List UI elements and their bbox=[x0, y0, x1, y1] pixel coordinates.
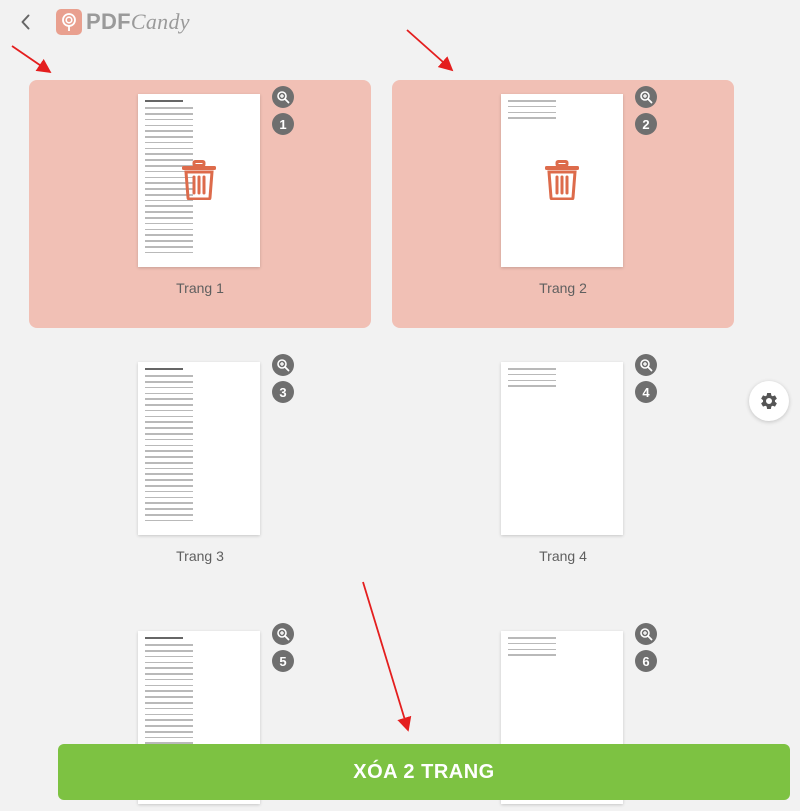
page-number-badge: 3 bbox=[272, 381, 294, 403]
zoom-in-icon bbox=[640, 359, 653, 372]
page-card-1[interactable]: 1 Trang 1 bbox=[29, 80, 371, 328]
page-number-badge: 1 bbox=[272, 113, 294, 135]
page-card-3[interactable]: 3 Trang 3 bbox=[29, 348, 371, 596]
zoom-button[interactable] bbox=[272, 86, 294, 108]
zoom-in-icon bbox=[277, 91, 290, 104]
chevron-left-icon bbox=[21, 14, 30, 30]
page-thumbnail bbox=[138, 94, 260, 267]
logo-text: PDFCandy bbox=[86, 9, 190, 34]
header: PDFCandy bbox=[0, 0, 800, 48]
zoom-in-icon bbox=[277, 359, 290, 372]
candy-logo-icon bbox=[56, 9, 82, 35]
zoom-button[interactable] bbox=[272, 354, 294, 376]
delete-pages-button[interactable]: XÓA 2 TRANG bbox=[58, 744, 790, 800]
page-card-4[interactable]: 4 Trang 4 bbox=[392, 348, 734, 596]
zoom-in-icon bbox=[640, 91, 653, 104]
zoom-in-icon bbox=[277, 628, 290, 641]
page-thumbnail bbox=[501, 362, 623, 535]
page-label: Trang 3 bbox=[176, 548, 224, 564]
page-number-badge: 2 bbox=[635, 113, 657, 135]
page-thumbnail bbox=[501, 94, 623, 267]
zoom-button[interactable] bbox=[635, 86, 657, 108]
zoom-in-icon bbox=[640, 628, 653, 641]
page-number-badge: 4 bbox=[635, 381, 657, 403]
trash-icon bbox=[545, 160, 579, 200]
page-label: Trang 2 bbox=[539, 280, 587, 296]
page-number-badge: 6 bbox=[635, 650, 657, 672]
annotation-arrow bbox=[11, 45, 52, 74]
page-number-badge: 5 bbox=[272, 650, 294, 672]
gear-icon bbox=[761, 392, 777, 409]
zoom-button[interactable] bbox=[635, 354, 657, 376]
pdfcandy-logo[interactable]: PDFCandy bbox=[56, 9, 190, 35]
page-card-2[interactable]: 2 Trang 2 bbox=[392, 80, 734, 328]
page-label: Trang 1 bbox=[176, 280, 224, 296]
settings-button[interactable] bbox=[749, 381, 789, 421]
page-label: Trang 4 bbox=[539, 548, 587, 564]
zoom-button[interactable] bbox=[635, 623, 657, 645]
trash-icon bbox=[182, 160, 216, 200]
page-thumbnail bbox=[138, 362, 260, 535]
zoom-button[interactable] bbox=[272, 623, 294, 645]
back-button[interactable] bbox=[16, 12, 36, 32]
